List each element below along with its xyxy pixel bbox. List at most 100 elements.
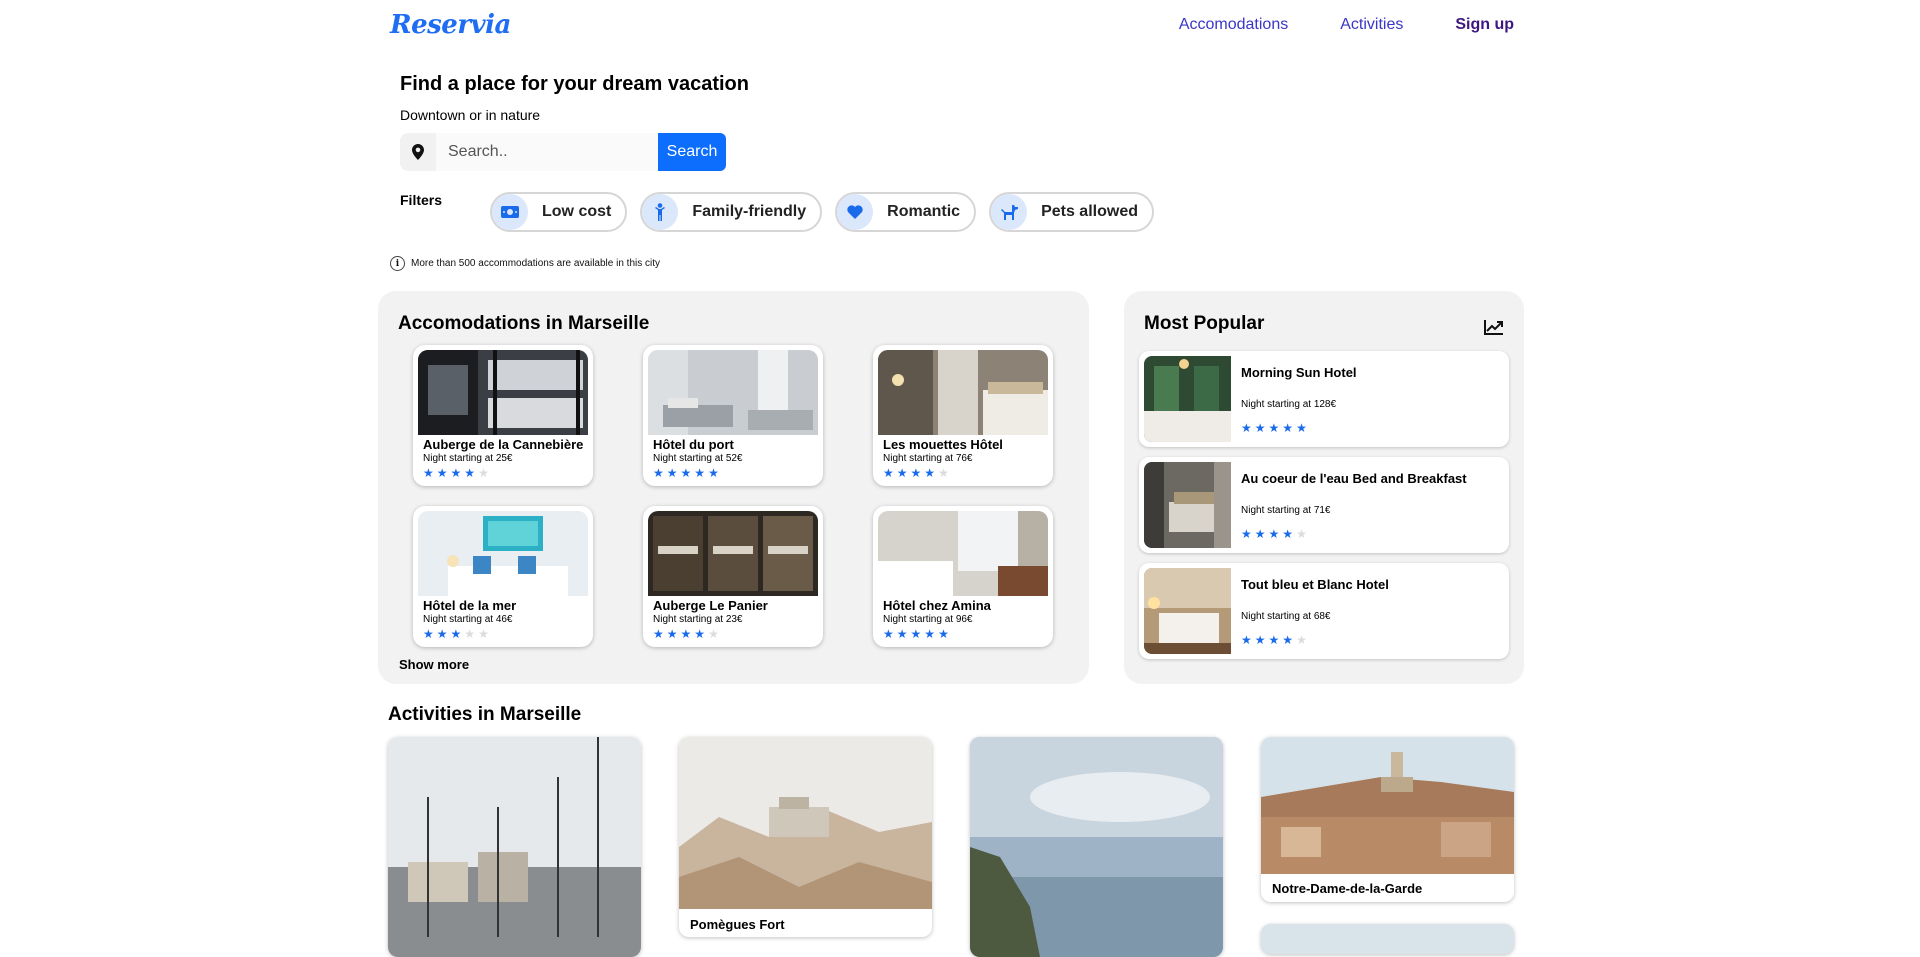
- star-rating: ★★★★★: [1241, 421, 1310, 435]
- star-empty-icon: ★: [1296, 633, 1310, 647]
- info-message: i More than 500 accommodations are avail…: [390, 256, 660, 271]
- filters-list: Low cost Family-friendly Romantic Pets a…: [490, 192, 1154, 232]
- nav-activities-link[interactable]: Activities: [1340, 16, 1403, 34]
- star-filled-icon: ★: [1268, 527, 1283, 541]
- star-filled-icon: ★: [694, 466, 709, 480]
- filter-pets-allowed[interactable]: Pets allowed: [989, 192, 1154, 232]
- star-filled-icon: ★: [910, 466, 925, 480]
- star-filled-icon: ★: [896, 627, 911, 641]
- popular-card[interactable]: Au coeur de l'eau Bed and Breakfast Nigh…: [1139, 457, 1509, 553]
- activity-card[interactable]: Notre-Dame-de-la-Garde: [1261, 737, 1514, 902]
- search-input[interactable]: [436, 133, 658, 171]
- dog-icon: [991, 194, 1028, 230]
- accommodation-price: Night starting at 76€: [883, 453, 973, 464]
- heart-icon: [837, 194, 874, 230]
- star-filled-icon: ★: [708, 466, 722, 480]
- activity-photo: [679, 737, 932, 909]
- accommodation-price: Night starting at 23€: [653, 614, 743, 625]
- star-filled-icon: ★: [666, 466, 681, 480]
- accommodation-card[interactable]: Hôtel de la mer Night starting at 46€ ★★…: [413, 506, 593, 647]
- star-filled-icon: ★: [1241, 633, 1255, 647]
- star-filled-icon: ★: [666, 627, 681, 641]
- star-filled-icon: ★: [1254, 633, 1269, 647]
- child-icon: [642, 194, 679, 230]
- popular-card[interactable]: Morning Sun Hotel Night starting at 128€…: [1139, 351, 1509, 447]
- filter-label: Pets allowed: [1041, 203, 1138, 220]
- accommodation-photo: [418, 350, 588, 435]
- accommodation-name: Hôtel chez Amina: [883, 598, 991, 613]
- star-rating: ★★★★★: [1241, 633, 1310, 647]
- accommodation-name: Auberge Le Panier: [653, 598, 768, 613]
- star-filled-icon: ★: [464, 466, 479, 480]
- activity-photo: [388, 737, 641, 957]
- accommodation-card[interactable]: Hôtel chez Amina Night starting at 96€ ★…: [873, 506, 1053, 647]
- accommodation-card[interactable]: Auberge Le Panier Night starting at 23€ …: [643, 506, 823, 647]
- star-empty-icon: ★: [938, 466, 952, 480]
- show-more-link[interactable]: Show more: [399, 657, 469, 672]
- star-empty-icon: ★: [478, 627, 492, 641]
- star-filled-icon: ★: [1282, 421, 1297, 435]
- trending-chart-icon: [1484, 319, 1504, 340]
- filter-label: Family-friendly: [692, 203, 807, 220]
- accommodation-photo: [418, 511, 588, 596]
- activity-card[interactable]: Pomègues Fort: [679, 737, 932, 937]
- star-filled-icon: ★: [436, 627, 451, 641]
- star-filled-icon: ★: [436, 466, 451, 480]
- nav-accommodations-link[interactable]: Accomodations: [1179, 16, 1288, 34]
- accommodation-price: Night starting at 96€: [883, 614, 973, 625]
- star-filled-icon: ★: [910, 627, 925, 641]
- search-button[interactable]: Search: [658, 133, 726, 171]
- accommodations-title: Accomodations in Marseille: [398, 313, 650, 334]
- search-bar: Search: [400, 133, 726, 171]
- star-filled-icon: ★: [1268, 421, 1283, 435]
- star-filled-icon: ★: [423, 627, 437, 641]
- location-pin-icon: [400, 133, 436, 171]
- hero-title: Find a place for your dream vacation: [400, 73, 749, 95]
- activity-label: Pomègues Fort: [690, 917, 785, 932]
- popular-name: Tout bleu et Blanc Hotel: [1241, 577, 1389, 592]
- info-icon: i: [390, 256, 405, 271]
- star-filled-icon: ★: [1282, 633, 1297, 647]
- accommodation-photo: [648, 511, 818, 596]
- star-rating: ★★★★★: [1241, 527, 1310, 541]
- popular-card[interactable]: Tout bleu et Blanc Hotel Night starting …: [1139, 563, 1509, 659]
- star-filled-icon: ★: [1282, 527, 1297, 541]
- star-filled-icon: ★: [1296, 421, 1310, 435]
- star-filled-icon: ★: [938, 627, 952, 641]
- popular-price: Night starting at 128€: [1241, 399, 1337, 410]
- activity-card[interactable]: [970, 737, 1223, 957]
- info-text: More than 500 accommodations are availab…: [411, 258, 661, 269]
- filter-romantic[interactable]: Romantic: [835, 192, 977, 232]
- accommodation-price: Night starting at 25€: [423, 453, 513, 464]
- popular-photo: [1144, 568, 1231, 654]
- filter-low-cost[interactable]: Low cost: [490, 192, 628, 232]
- accommodation-photo: [878, 350, 1048, 435]
- logo[interactable]: Reservia: [390, 10, 511, 40]
- star-empty-icon: ★: [478, 466, 492, 480]
- accommodation-card[interactable]: Les mouettes Hôtel Night starting at 76€…: [873, 345, 1053, 486]
- activity-card[interactable]: [388, 737, 641, 957]
- star-filled-icon: ★: [1241, 527, 1255, 541]
- activity-photo: [1261, 737, 1514, 874]
- star-rating: ★★★★★: [883, 627, 952, 641]
- accommodation-card[interactable]: Hôtel du port Night starting at 52€ ★★★★…: [643, 345, 823, 486]
- page: Reservia Accomodations Activities Sign u…: [378, 0, 1524, 957]
- accommodation-card[interactable]: Auberge de la Cannebière Night starting …: [413, 345, 593, 486]
- star-filled-icon: ★: [1241, 421, 1255, 435]
- most-popular-title: Most Popular: [1144, 313, 1265, 334]
- most-popular-section: Most Popular Morning Sun Hotel Night sta…: [1124, 291, 1524, 684]
- star-filled-icon: ★: [694, 627, 709, 641]
- filter-family-friendly[interactable]: Family-friendly: [640, 192, 823, 232]
- nav-signup-link[interactable]: Sign up: [1455, 16, 1514, 34]
- activity-card[interactable]: [1261, 924, 1514, 954]
- star-filled-icon: ★: [653, 466, 667, 480]
- star-rating: ★★★★★: [423, 466, 492, 480]
- popular-photo: [1144, 356, 1231, 442]
- star-empty-icon: ★: [708, 627, 722, 641]
- star-rating: ★★★★★: [423, 627, 492, 641]
- star-filled-icon: ★: [653, 627, 667, 641]
- star-filled-icon: ★: [1254, 421, 1269, 435]
- popular-name: Au coeur de l'eau Bed and Breakfast: [1241, 471, 1467, 486]
- star-filled-icon: ★: [450, 627, 465, 641]
- activity-label: Notre-Dame-de-la-Garde: [1272, 881, 1423, 896]
